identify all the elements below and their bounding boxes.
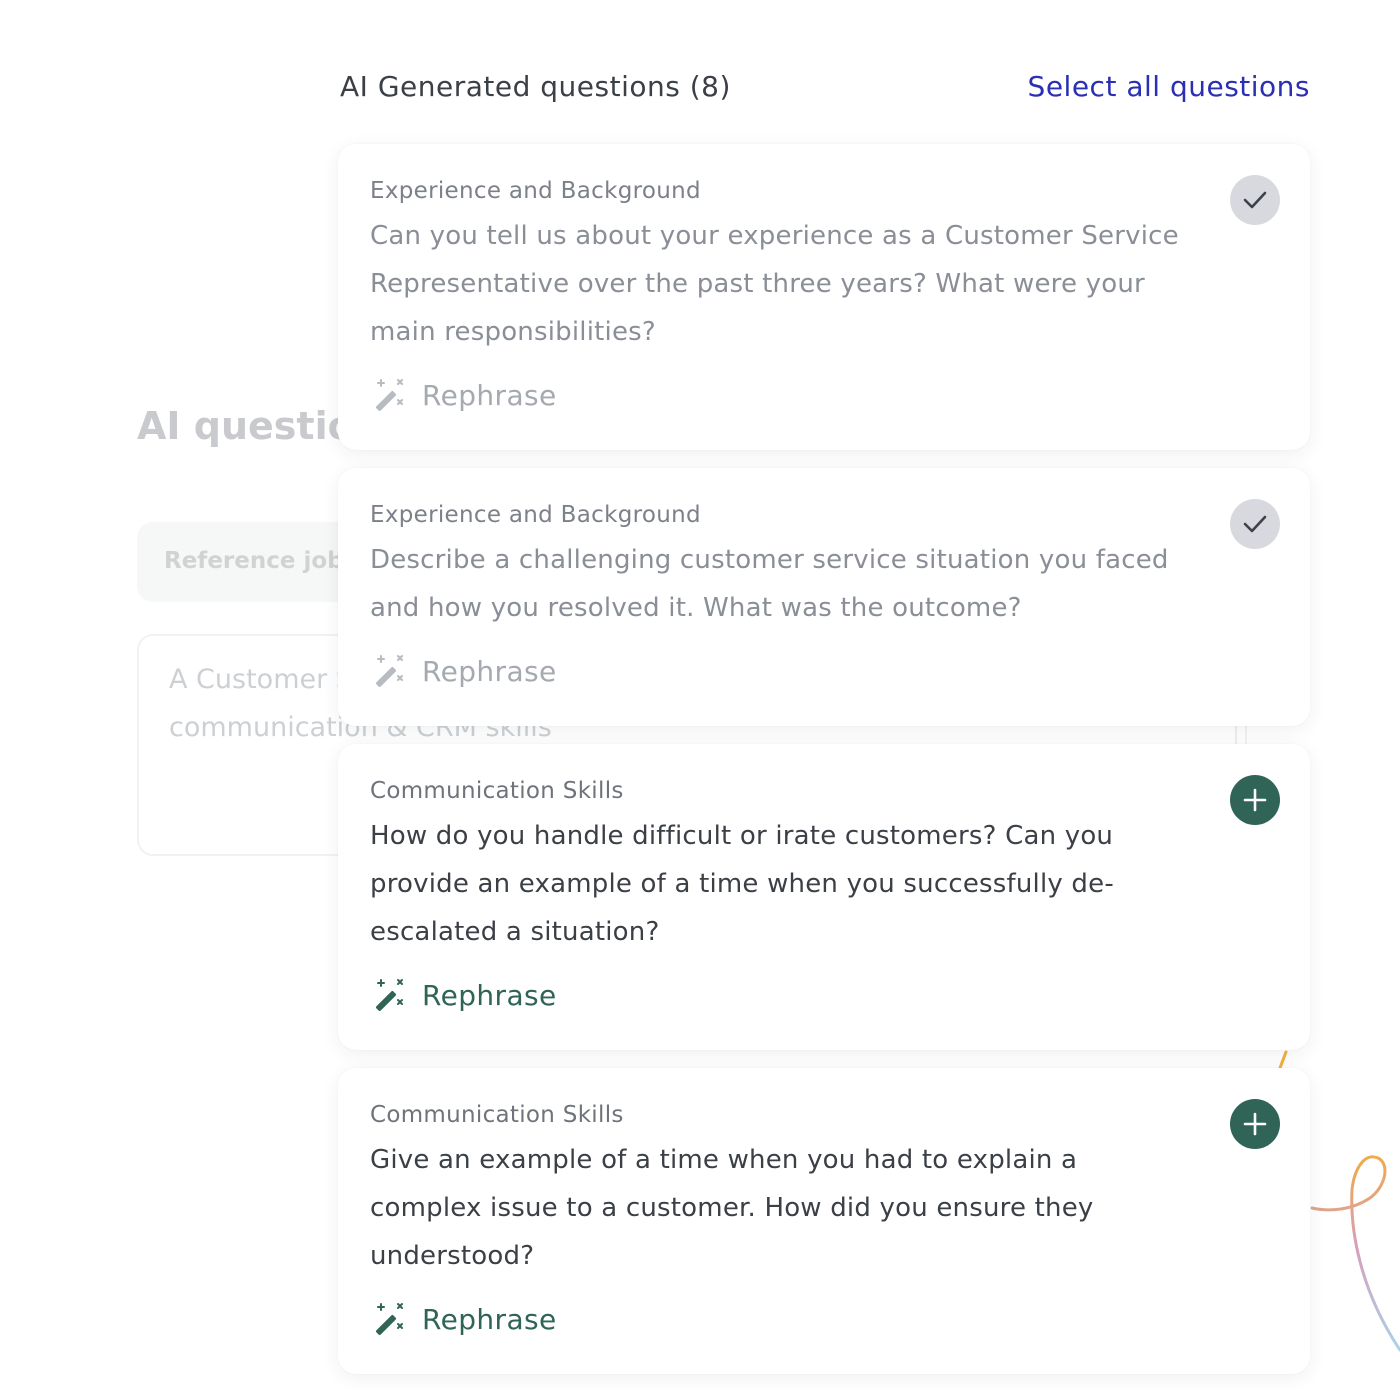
select-all-questions-link[interactable]: Select all questions xyxy=(1028,70,1310,103)
question-text: Describe a challenging customer service … xyxy=(370,545,1169,623)
plus-icon xyxy=(1243,788,1267,812)
question-category: Communication Skills xyxy=(370,1102,624,1128)
add-question-button[interactable] xyxy=(1230,775,1280,825)
magic-wand-icon xyxy=(376,655,403,687)
rephrase-label: Rephrase xyxy=(422,654,557,688)
question-category: Experience and Background xyxy=(370,178,701,204)
rephrase-label: Rephrase xyxy=(422,978,557,1012)
question-text: Can you tell us about your experience as… xyxy=(370,221,1179,347)
check-icon xyxy=(1243,191,1267,209)
plus-icon xyxy=(1243,1112,1267,1136)
rephrase-button[interactable]: Rephrase xyxy=(370,978,557,1012)
magic-wand-icon xyxy=(376,1303,403,1335)
question-text: How do you handle difficult or irate cus… xyxy=(370,821,1114,947)
rephrase-label: Rephrase xyxy=(422,1302,557,1336)
rephrase-label: Rephrase xyxy=(422,378,557,412)
question-card: Communication Skills Give an example of … xyxy=(338,1068,1310,1374)
rephrase-button[interactable]: Rephrase xyxy=(370,654,557,688)
check-icon xyxy=(1243,515,1267,533)
rephrase-button[interactable]: Rephrase xyxy=(370,378,557,412)
rephrase-button[interactable]: Rephrase xyxy=(370,1302,557,1336)
reference-job-label: Reference job xyxy=(164,548,344,574)
question-card: Communication Skills How do you handle d… xyxy=(338,744,1310,1050)
question-card: Experience and Background Describe a cha… xyxy=(338,468,1310,726)
question-category: Experience and Background xyxy=(370,502,701,528)
question-text: Give an example of a time when you had t… xyxy=(370,1145,1094,1271)
question-card: Experience and Background Can you tell u… xyxy=(338,144,1310,450)
deselect-question-button[interactable] xyxy=(1230,175,1280,225)
panel-title: AI Generated questions (8) xyxy=(340,70,731,103)
magic-wand-icon xyxy=(376,979,403,1011)
magic-wand-icon xyxy=(376,379,403,411)
deselect-question-button[interactable] xyxy=(1230,499,1280,549)
add-question-button[interactable] xyxy=(1230,1099,1280,1149)
question-category: Communication Skills xyxy=(370,778,624,804)
